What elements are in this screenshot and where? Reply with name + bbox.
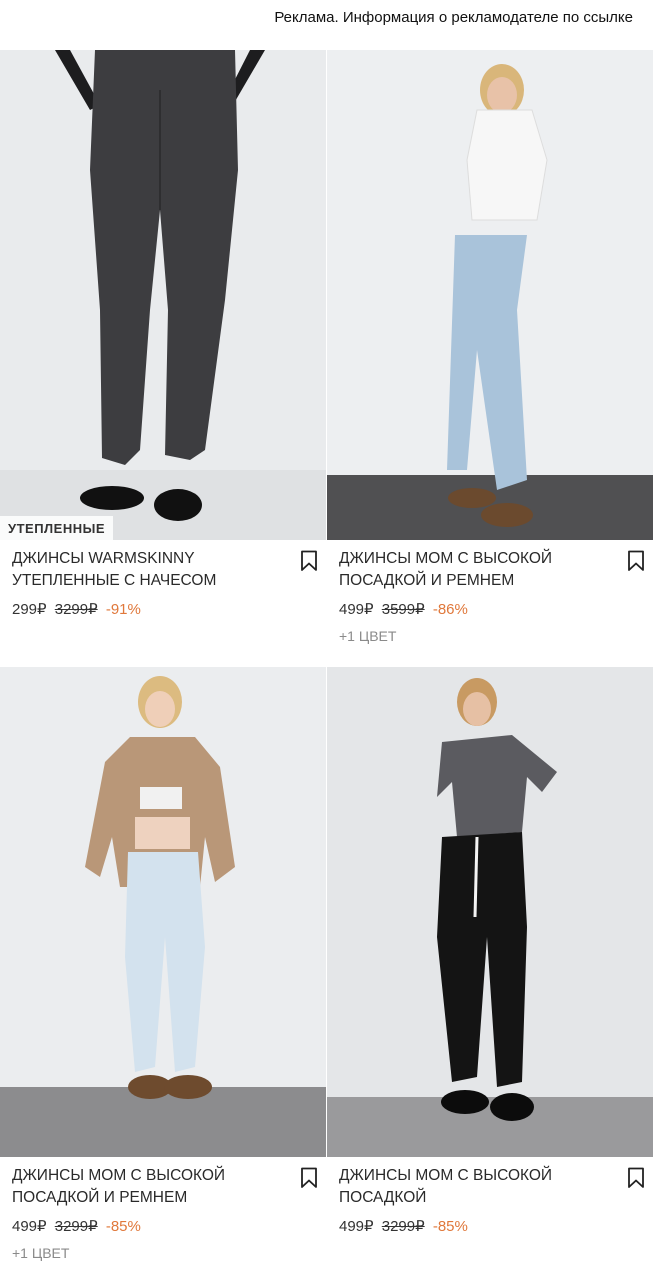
ad-disclaimer-link[interactable]: Реклама. Информация о рекламодателе по с… [274,9,633,26]
color-count[interactable]: +1 ЦВЕТ [12,1245,314,1261]
product-tag: УТЕПЛЕННЫЕ [0,516,114,540]
discount-badge: -86% [432,601,468,618]
discount-badge: -85% [105,1218,141,1235]
price-row: 499₽ 3299₽ -85% [12,1217,314,1235]
price-row: 499₽ 3299₽ -85% [339,1217,641,1235]
old-price: 3299₽ [54,601,98,618]
product-title[interactable]: ДЖИНСЫ MOM С ВЫСОКОЙ ПОСАДКОЙ И РЕМНЕМ [12,1165,282,1209]
bookmark-icon[interactable] [627,550,645,572]
old-price: 3599₽ [381,601,425,618]
product-image[interactable] [327,50,653,540]
product-image[interactable] [327,667,653,1157]
product-card[interactable]: ДЖИНСЫ MOM С ВЫСОКОЙ ПОСАДКОЙ 499₽ 3299₽… [327,667,653,1235]
discount-badge: -91% [105,601,141,618]
current-price: 499₽ [339,601,374,618]
bookmark-icon[interactable] [300,550,318,572]
product-image[interactable]: УТЕПЛЕННЫЕ [0,50,326,540]
current-price: 499₽ [339,1218,374,1235]
product-info: ДЖИНСЫ MOM С ВЫСОКОЙ ПОСАДКОЙ И РЕМНЕМ 4… [327,540,653,644]
product-info: ДЖИНСЫ MOM С ВЫСОКОЙ ПОСАДКОЙ И РЕМНЕМ 4… [0,1157,326,1261]
old-price: 3299₽ [381,1218,425,1235]
ad-disclaimer-bar: Реклама. Информация о рекламодателе по с… [0,0,653,40]
old-price: 3299₽ [54,1218,98,1235]
current-price: 299₽ [12,601,47,618]
product-title[interactable]: ДЖИНСЫ MOM С ВЫСОКОЙ ПОСАДКОЙ [339,1165,609,1209]
product-card[interactable]: ДЖИНСЫ MOM С ВЫСОКОЙ ПОСАДКОЙ И РЕМНЕМ 4… [327,50,653,644]
product-card[interactable]: УТЕПЛЕННЫЕ ДЖИНСЫ WARMSKINNY УТЕПЛЕННЫЕ … [0,50,326,618]
product-title[interactable]: ДЖИНСЫ WARMSKINNY УТЕПЛЕННЫЕ С НАЧЕСОМ [12,548,282,592]
product-image[interactable] [0,667,326,1157]
product-info: ДЖИНСЫ WARMSKINNY УТЕПЛЕННЫЕ С НАЧЕСОМ 2… [0,540,326,618]
bookmark-icon[interactable] [627,1167,645,1189]
current-price: 499₽ [12,1218,47,1235]
product-info: ДЖИНСЫ MOM С ВЫСОКОЙ ПОСАДКОЙ 499₽ 3299₽… [327,1157,653,1235]
discount-badge: -85% [432,1218,468,1235]
product-title[interactable]: ДЖИНСЫ MOM С ВЫСОКОЙ ПОСАДКОЙ И РЕМНЕМ [339,548,609,592]
bookmark-icon[interactable] [300,1167,318,1189]
price-row: 299₽ 3299₽ -91% [12,600,314,618]
price-row: 499₽ 3599₽ -86% [339,600,641,618]
product-card[interactable]: ДЖИНСЫ MOM С ВЫСОКОЙ ПОСАДКОЙ И РЕМНЕМ 4… [0,667,326,1261]
color-count[interactable]: +1 ЦВЕТ [339,628,641,644]
